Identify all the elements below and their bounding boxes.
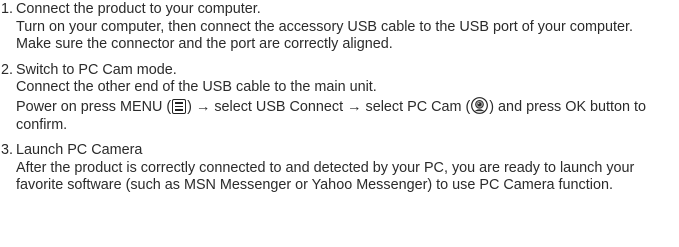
step-connect-product: 1. Connect the product to your computer.… (0, 1, 679, 54)
step-launch-pc-camera: 3. Launch PC Camera After the product is… (0, 142, 679, 195)
step-switch-pc-cam: 2. Switch to PC Cam mode. Connect the ot… (0, 62, 679, 134)
instruction-text: Power on press MENU ( (16, 98, 172, 115)
step-instruction: Make sure the connector and the port are… (16, 36, 393, 53)
step-number: 2. (1, 61, 14, 78)
instruction-text: ) → select USB Connect → select PC Cam ( (187, 98, 471, 115)
menu-icon (172, 98, 187, 114)
step-instruction: Connect the other end of the USB cable t… (16, 79, 377, 96)
step-instruction: After the product is correctly connected… (16, 159, 635, 194)
step-title: Switch to PC Cam mode. (16, 61, 177, 78)
step-instruction-with-icons: Power on press MENU ( ) → select USB Conn… (16, 97, 679, 134)
webcam-icon (471, 97, 489, 114)
step-title: Connect the product to your computer. (16, 1, 261, 17)
step-instruction: Turn on your computer, then connect the … (16, 18, 633, 35)
step-number: 3. (1, 142, 14, 159)
instruction-document: 1. Connect the product to your computer.… (0, 0, 679, 247)
step-title: Launch PC Camera (16, 142, 143, 159)
step-number: 1. (1, 1, 14, 17)
